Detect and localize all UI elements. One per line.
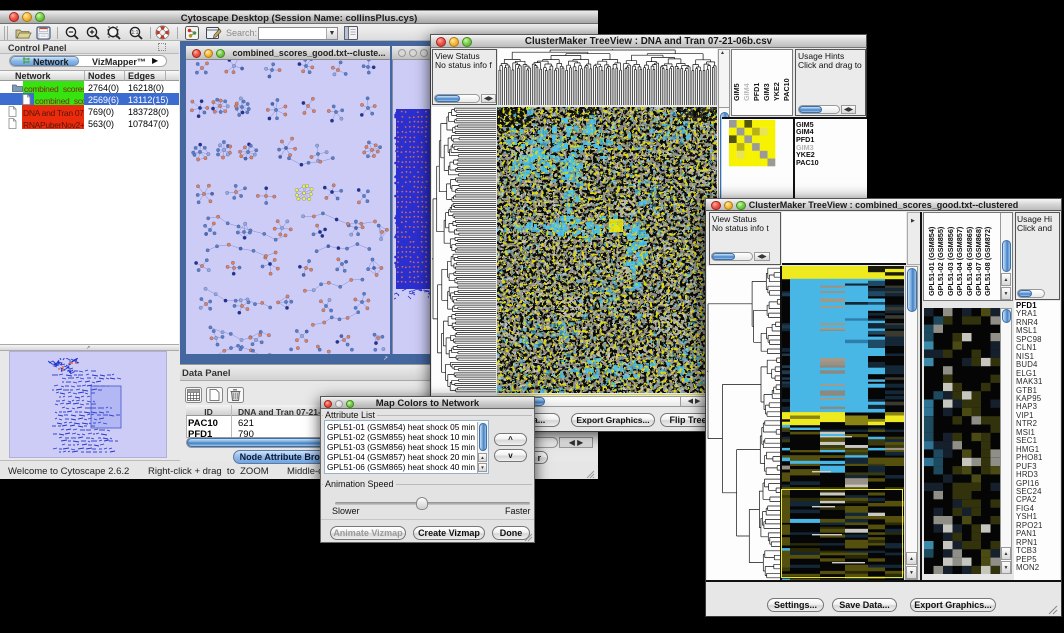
svg-text:1:1: 1:1 [132,30,139,36]
svg-text:Search:: Search: [226,28,257,38]
